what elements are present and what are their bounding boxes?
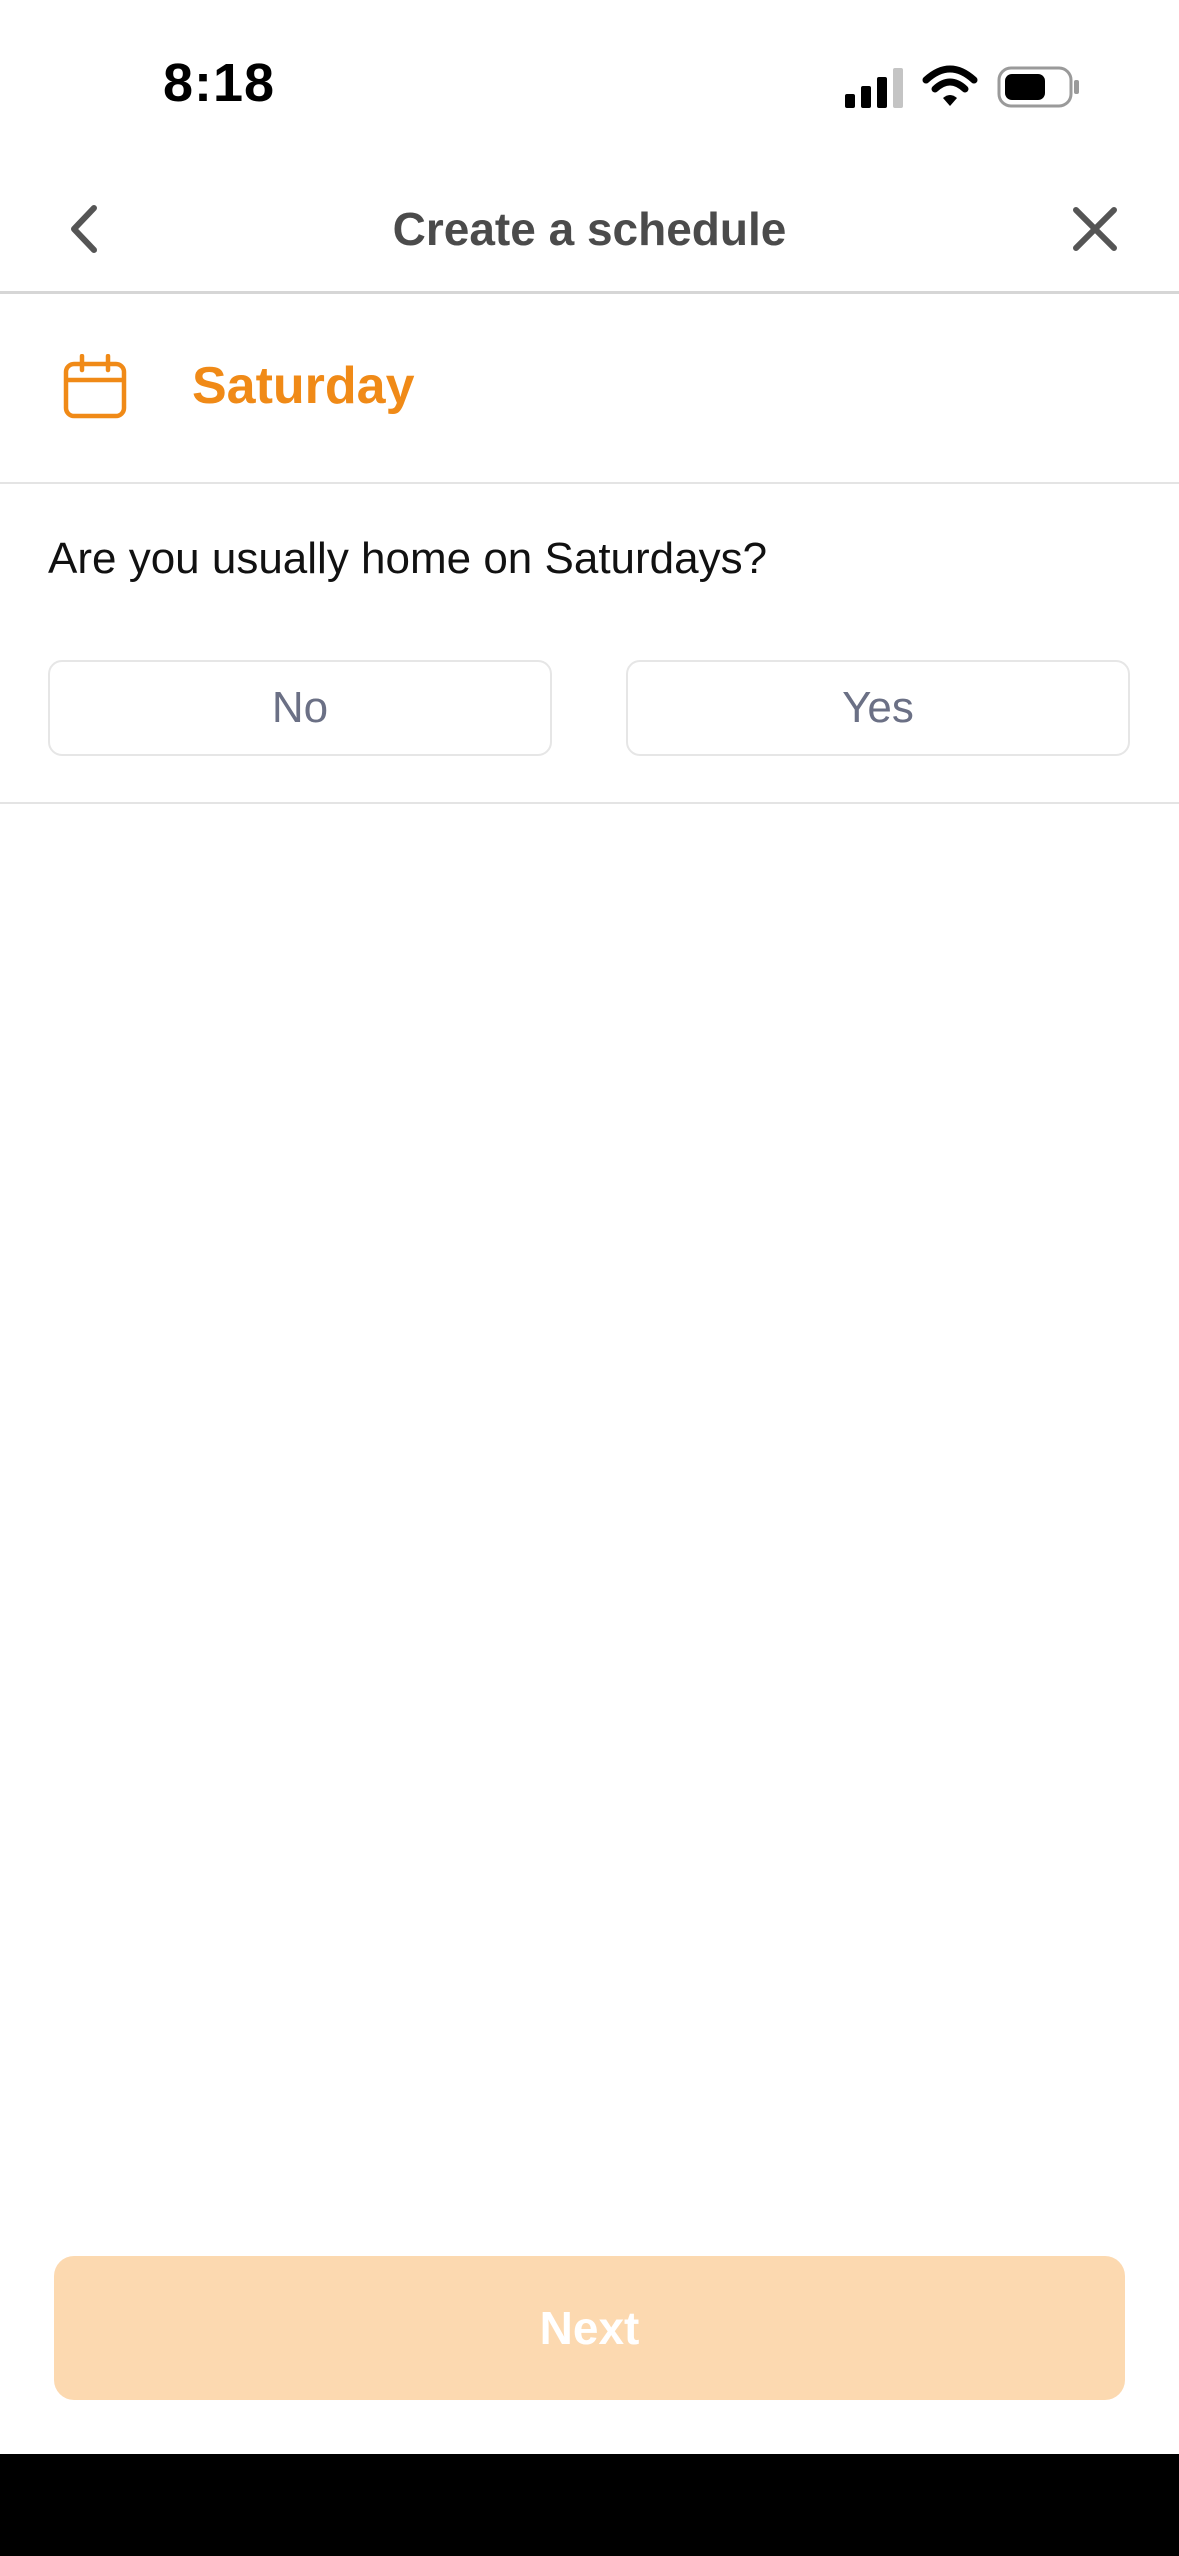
no-button[interactable]: No (48, 660, 552, 756)
page-title: Create a schedule (392, 203, 787, 255)
close-icon (1073, 207, 1117, 251)
battery-icon (997, 66, 1079, 108)
status-time: 8:18 (163, 53, 276, 113)
next-button[interactable]: Next (54, 2256, 1125, 2400)
question-text: Are you usually home on Saturdays? (48, 534, 768, 583)
close-button[interactable] (1060, 194, 1130, 264)
day-label: Saturday (192, 357, 415, 415)
screen: 8:18 Create a schedule Saturday Are you … (0, 0, 1179, 2556)
wifi-icon (922, 65, 978, 106)
calendar-icon (63, 354, 127, 419)
status-bar: 8:18 (0, 0, 1179, 170)
question-section: Are you usually home on Saturdays? No Ye… (0, 484, 1179, 804)
signal-icon (845, 68, 903, 108)
day-row: Saturday (0, 294, 1179, 484)
bottom-bar (0, 2454, 1179, 2556)
yes-button[interactable]: Yes (626, 660, 1130, 756)
nav-header: Create a schedule (0, 170, 1179, 294)
